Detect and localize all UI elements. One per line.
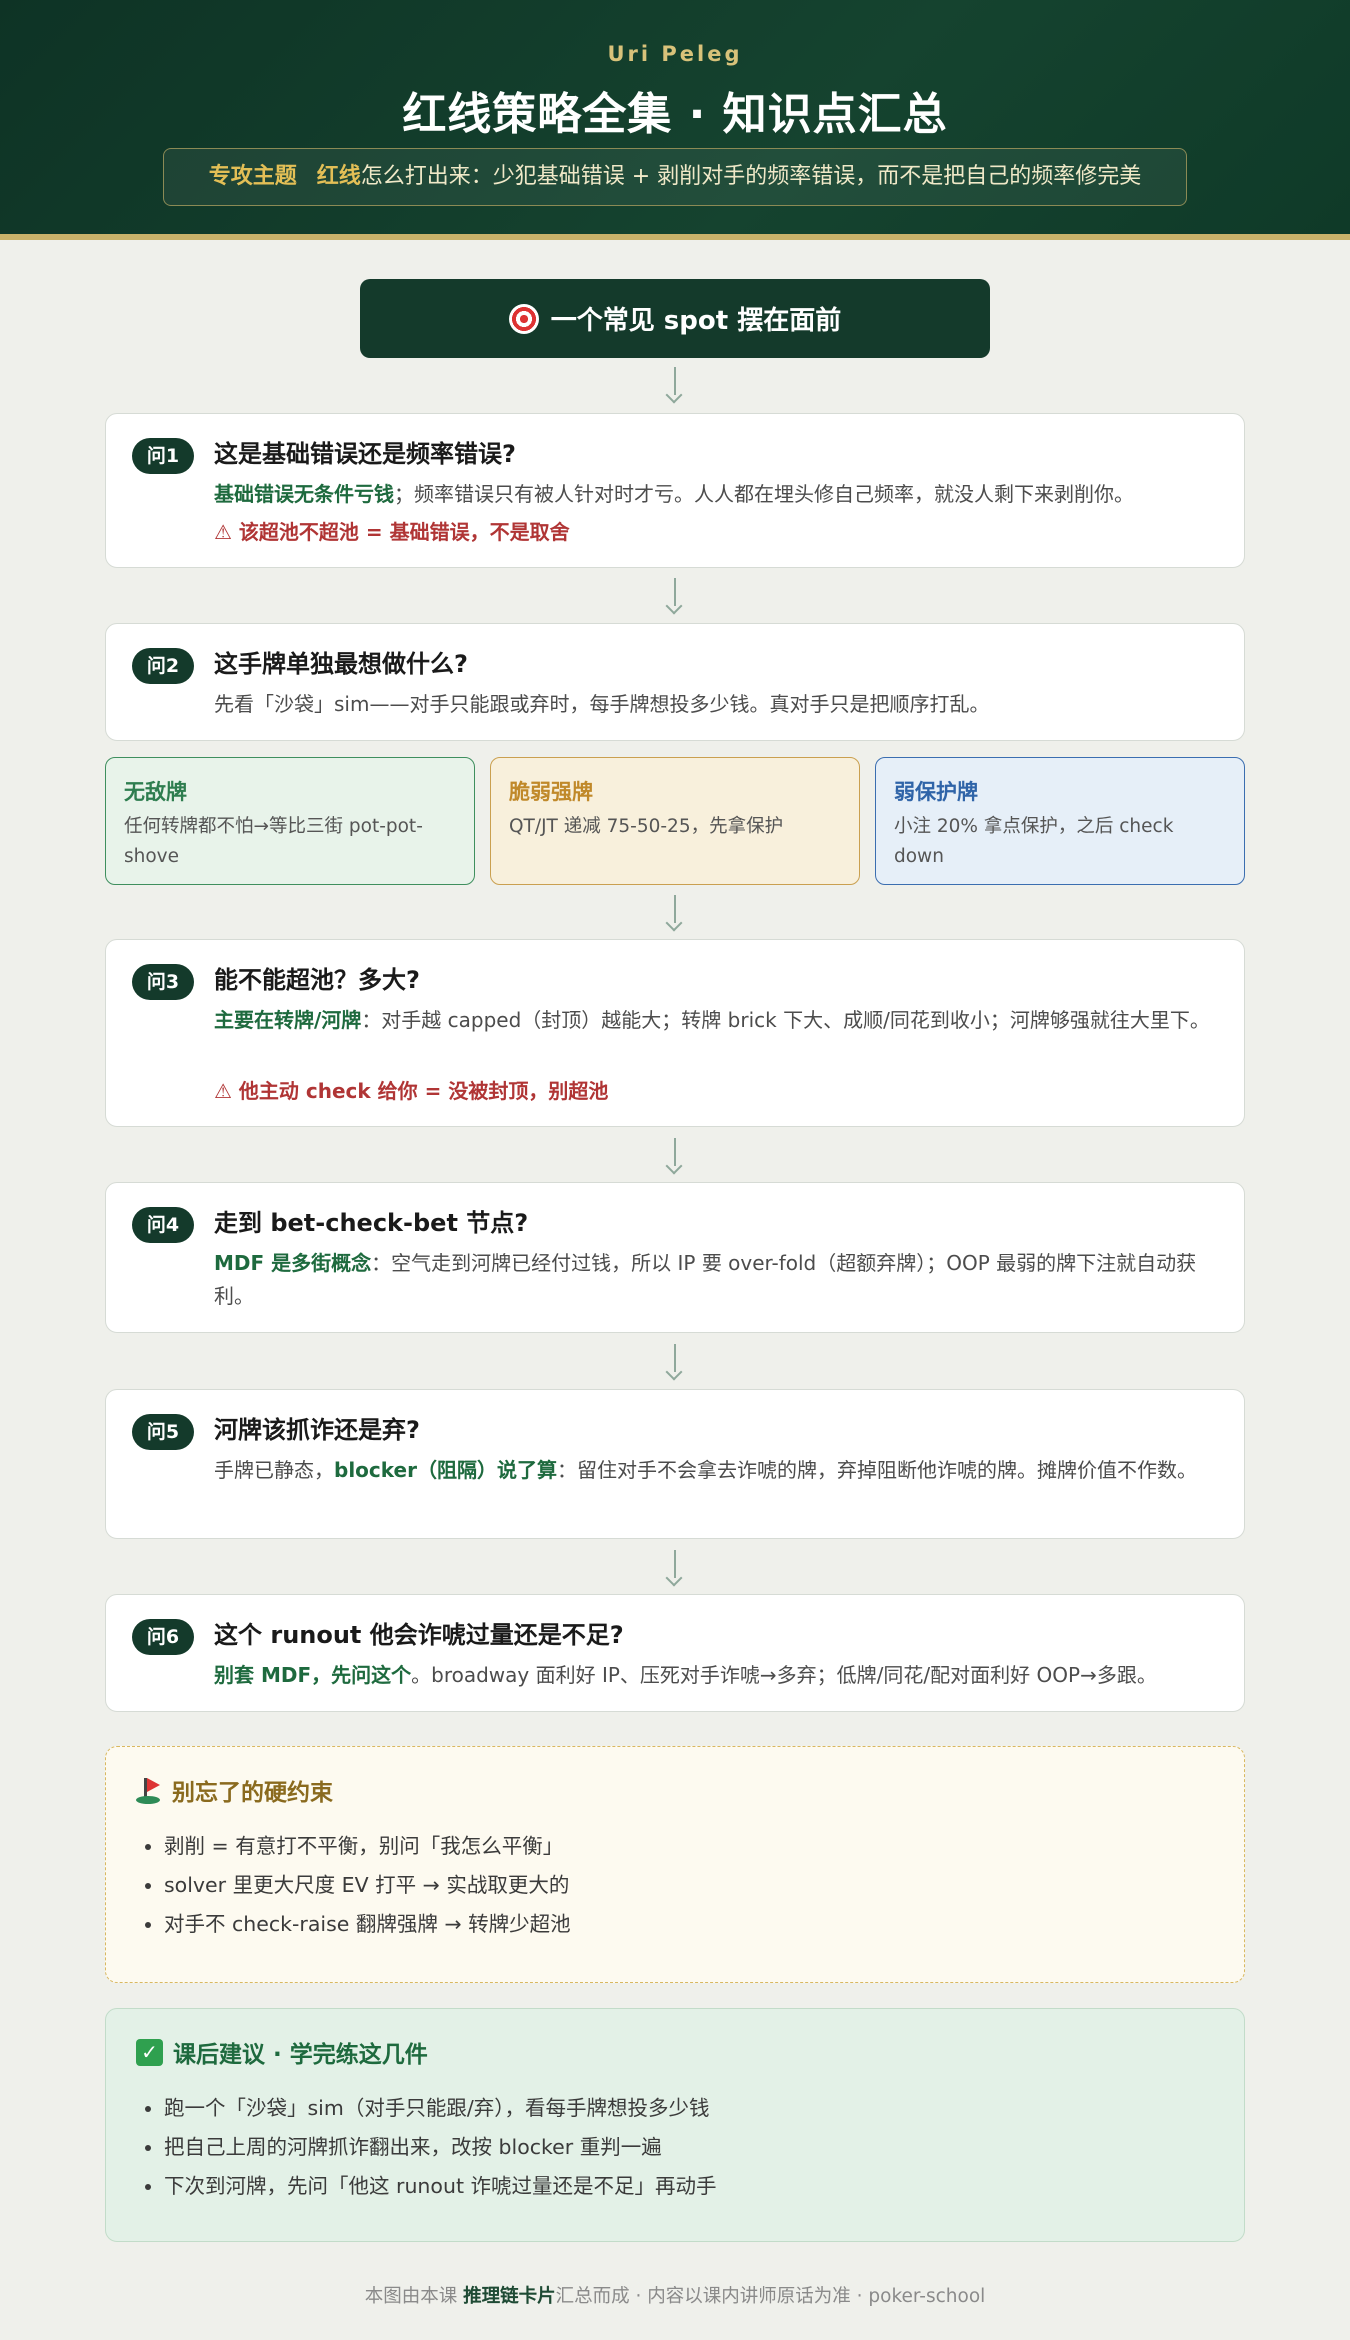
topic-text: 怎么打出来：少犯基础错误 + 剥削对手的频率错误，而不是把自己的频率修完美	[360, 164, 1142, 189]
question-title: 这手牌单独最想做什么?	[214, 650, 468, 678]
question-body: 先看「沙袋」sim——对手只能跟或弃时，每手牌想投多少钱。真对手只是把顺序打乱。	[214, 692, 990, 716]
question-pill: 问4	[132, 1207, 194, 1243]
category-body: 任何转牌都不怕→等比三街 pot-pot-shove	[124, 816, 423, 867]
constraints-list: 剥削 = 有意打不平衡，别问「我怎么平衡」 solver 里更大尺度 EV 打平…	[164, 1827, 1214, 1944]
category-title: 脆弱强牌	[509, 780, 593, 804]
footer-bold: 推理链卡片	[463, 2286, 556, 2307]
category-body: 小注 20% 拿点保护，之后 check down	[894, 816, 1174, 867]
question-lead: 主要在转牌/河牌	[214, 1008, 362, 1032]
question-card-3: 问3 能不能超池？多大? 主要在转牌/河牌：对手越 capped（封顶）越能大；…	[105, 939, 1245, 1127]
question-title: 走到 bet-check-bet 节点?	[214, 1209, 529, 1237]
constraints-title: 别忘了的硬约束	[172, 1780, 333, 1806]
question-lead: MDF 是多街概念	[214, 1251, 372, 1275]
page-header: Uri Peleg 红线策略全集 · 知识点汇总 专攻主题 红线怎么打出来：少犯基…	[0, 0, 1350, 240]
constraints-box: 别忘了的硬约束 剥削 = 有意打不平衡，别问「我怎么平衡」 solver 里更大…	[105, 1746, 1245, 1983]
question-pill: 问5	[132, 1414, 194, 1450]
advice-box: ✓ 课后建议 · 学完练这几件 跑一个「沙袋」sim（对手只能跟/弃），看每手牌…	[105, 2008, 1245, 2242]
flow-arrow	[664, 895, 686, 931]
footer-post: 汇总而成 · 内容以课内讲师原话为准 · poker-school	[555, 2286, 986, 2307]
question-pill: 问3	[132, 964, 194, 1000]
advice-list: 跑一个「沙袋」sim（对手只能跟/弃），看每手牌想投多少钱 把自己上周的河牌抓诈…	[164, 2089, 1214, 2206]
category-card-weak: 弱保护牌 小注 20% 拿点保护，之后 check down	[875, 757, 1245, 885]
question-text: 。broadway 面利好 IP、压死对手诈唬→多弃；低牌/同花/配对面利好 O…	[411, 1663, 1157, 1687]
question-lead: 基础错误无条件亏钱	[214, 482, 394, 506]
question-body: MDF 是多街概念：空气走到河牌已经付过钱，所以 IP 要 over-fold（…	[214, 1247, 1220, 1313]
question-body: 别套 MDF，先问这个。broadway 面利好 IP、压死对手诈唬→多弃；低牌…	[214, 1659, 1220, 1692]
category-title: 弱保护牌	[894, 780, 978, 804]
topic-banner: 专攻主题 红线怎么打出来：少犯基础错误 + 剥削对手的频率错误，而不是把自己的频率…	[163, 148, 1187, 206]
question-text: ：对手越 capped（封顶）越能大；转牌 brick 下大、成顺/同花到收小；…	[361, 1008, 1210, 1032]
list-item: 下次到河牌，先问「他这 runout 诈唬过量还是不足」再动手	[164, 2167, 1214, 2206]
list-item: 跑一个「沙袋」sim（对手只能跟/弃），看每手牌想投多少钱	[164, 2089, 1214, 2128]
question-lead: blocker（阻隔）说了算	[334, 1458, 557, 1482]
check-icon: ✓	[136, 2038, 163, 2066]
footer-pre: 本图由本课	[364, 2286, 464, 2307]
spot-banner-label: 一个常见 spot 摆在面前	[550, 306, 842, 336]
question-pill: 问6	[132, 1619, 194, 1655]
question-title: 这个 runout 他会诈唬过量还是不足?	[214, 1621, 624, 1649]
question-lead: 别套 MDF，先问这个	[214, 1663, 412, 1687]
page-footer: 本图由本课 推理链卡片汇总而成 · 内容以课内讲师原话为准 · poker-sc…	[0, 2282, 1350, 2308]
question-title: 这是基础错误还是频率错误?	[214, 440, 516, 468]
topic-tag: 专攻主题	[208, 164, 297, 189]
category-card-invincible: 无敌牌 任何转牌都不怕→等比三街 pot-pot-shove	[105, 757, 475, 885]
question-card-5: 问5 河牌该抓诈还是弃? 手牌已静态，blocker（阻隔）说了算：留住对手不会…	[105, 1389, 1245, 1539]
author-name: Uri Peleg	[607, 42, 743, 66]
page-title: 红线策略全集 · 知识点汇总	[402, 89, 948, 140]
question-body: 基础错误无条件亏钱；频率错误只有被人针对时才亏。人人都在埋头修自己频率，就没人剩…	[214, 478, 1220, 511]
category-card-fragile: 脆弱强牌 QT/JT 递减 75-50-25，先拿保护	[490, 757, 860, 885]
flow-arrow	[664, 367, 686, 403]
list-item: solver 里更大尺度 EV 打平 → 实战取更大的	[164, 1866, 1214, 1905]
question-body: 主要在转牌/河牌：对手越 capped（封顶）越能大；转牌 brick 下大、成…	[214, 1004, 1220, 1037]
flow-arrow	[664, 578, 686, 614]
flow-arrow	[664, 1344, 686, 1380]
advice-title: 课后建议 · 学完练这几件	[173, 2042, 428, 2068]
spot-banner: 一个常见 spot 摆在面前	[360, 279, 990, 358]
topic-highlight: 红线	[316, 164, 361, 189]
question-warning: ⚠ 他主动 check 给你 = 没被封顶，别超池	[214, 1079, 609, 1103]
question-text: ：留住对手不会拿去诈唬的牌，弃掉阻断他诈唬的牌。摊牌价值不作数。	[556, 1458, 1197, 1482]
question-text: ；频率错误只有被人针对时才亏。人人都在埋头修自己频率，就没人剩下来剥削你。	[394, 482, 1134, 506]
constraints-title-row: 别忘了的硬约束	[136, 1773, 333, 1807]
question-title: 河牌该抓诈还是弃?	[214, 1416, 420, 1444]
question-card-2: 问2 这手牌单独最想做什么? 先看「沙袋」sim——对手只能跟或弃时，每手牌想投…	[105, 623, 1245, 741]
list-item: 剥削 = 有意打不平衡，别问「我怎么平衡」	[164, 1827, 1214, 1866]
question-pill: 问1	[132, 438, 194, 474]
flag-icon	[136, 1776, 162, 1804]
question-card-6: 问6 这个 runout 他会诈唬过量还是不足? 别套 MDF，先问这个。bro…	[105, 1594, 1245, 1712]
target-icon	[508, 303, 539, 334]
question-pre: 手牌已静态，	[214, 1458, 334, 1482]
question-card-4: 问4 走到 bet-check-bet 节点? MDF 是多街概念：空气走到河牌…	[105, 1182, 1245, 1333]
category-body: QT/JT 递减 75-50-25，先拿保护	[509, 816, 784, 837]
flow-arrow	[664, 1550, 686, 1586]
question-body: 手牌已静态，blocker（阻隔）说了算：留住对手不会拿去诈唬的牌，弃掉阻断他诈…	[214, 1454, 1220, 1487]
question-card-1: 问1 这是基础错误还是频率错误? 基础错误无条件亏钱；频率错误只有被人针对时才亏…	[105, 413, 1245, 568]
question-pill: 问2	[132, 648, 194, 684]
list-item: 把自己上周的河牌抓诈翻出来，改按 blocker 重判一遍	[164, 2128, 1214, 2167]
question-warning: ⚠ 该超池不超池 = 基础错误，不是取舍	[214, 520, 570, 544]
list-item: 对手不 check-raise 翻牌强牌 → 转牌少超池	[164, 1905, 1214, 1944]
advice-title-row: ✓ 课后建议 · 学完练这几件	[136, 2035, 428, 2069]
category-title: 无敌牌	[124, 780, 187, 804]
flow-arrow	[664, 1138, 686, 1174]
question-title: 能不能超池？多大?	[214, 966, 420, 994]
